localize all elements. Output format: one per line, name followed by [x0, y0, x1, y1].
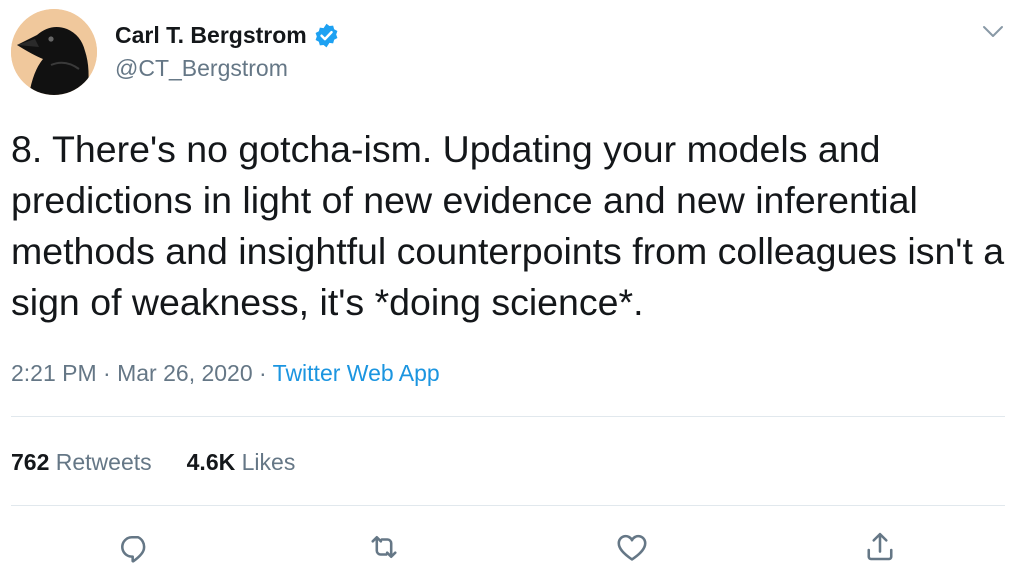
tweet-stats: 762 Retweets 4.6K Likes [11, 445, 330, 479]
tweet-text: 8. There's no gotcha-ism. Updating your … [11, 128, 1005, 323]
tweet-date[interactable]: Mar 26, 2020 [117, 360, 253, 386]
more-options-chevron-down-icon[interactable] [978, 16, 1008, 46]
divider [11, 416, 1005, 417]
heart-icon[interactable] [614, 529, 650, 565]
share-icon[interactable] [862, 529, 898, 565]
tweet-meta: 2:21 PM · Mar 26, 2020 · Twitter Web App [11, 356, 440, 390]
author-handle[interactable]: @CT_Bergstrom [115, 52, 288, 84]
likes-stat[interactable]: 4.6K Likes [187, 445, 296, 479]
meta-separator: · [259, 360, 273, 386]
retweets-label: Retweets [55, 449, 152, 475]
meta-separator: · [103, 360, 118, 386]
crow-avatar-image [11, 9, 97, 95]
tweet-card: Carl T. Bergstrom @CT_Bergstrom 8. There… [0, 0, 1016, 586]
avatar[interactable] [11, 9, 97, 95]
author-name[interactable]: Carl T. Bergstrom [115, 20, 307, 50]
tweet-source-link[interactable]: Twitter Web App [273, 360, 440, 386]
retweet-icon[interactable] [366, 529, 402, 565]
likes-label: Likes [241, 449, 296, 475]
reply-icon[interactable] [117, 529, 153, 565]
retweets-stat[interactable]: 762 Retweets [11, 445, 152, 479]
verified-badge-icon [313, 22, 340, 49]
divider [11, 505, 1005, 506]
author-name-row: Carl T. Bergstrom [115, 18, 340, 52]
likes-count: 4.6K [186, 449, 242, 475]
tweet-time[interactable]: 2:21 PM [11, 360, 97, 386]
retweets-count: 762 [11, 449, 56, 475]
